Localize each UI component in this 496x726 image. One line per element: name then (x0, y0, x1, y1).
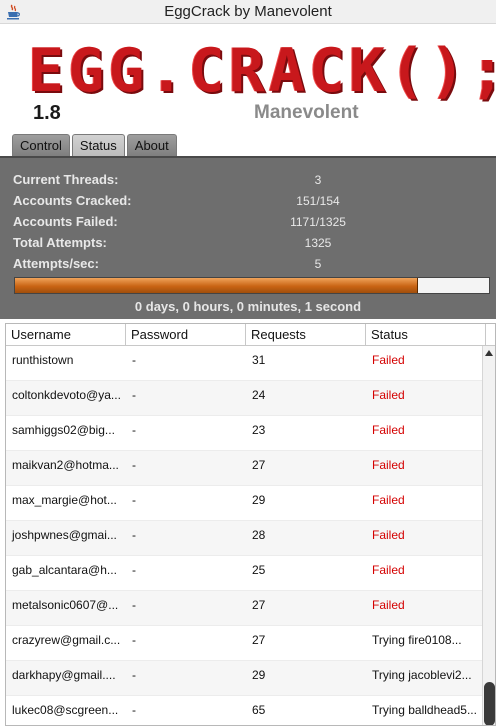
tab-status[interactable]: Status (71, 134, 125, 156)
table-row[interactable]: metalsonic0607@... - 27 Failed (6, 591, 484, 626)
cell-username: metalsonic0607@... (12, 598, 119, 612)
window-titlebar: EggCrack by Manevolent (0, 0, 496, 24)
cell-username: darkhapy@gmail.... (12, 668, 116, 682)
table-row[interactable]: joshpwnes@gmai... - 28 Failed (6, 521, 484, 556)
stat-label: Accounts Cracked: (13, 193, 132, 208)
tab-bar: Control Status About (12, 134, 179, 156)
cell-status: Trying balldhead5... (372, 703, 477, 717)
column-header-password[interactable]: Password (126, 324, 246, 346)
stat-label: Accounts Failed: (13, 214, 118, 229)
cell-password: - (132, 423, 136, 437)
cell-status: Failed (372, 493, 405, 507)
cell-password: - (132, 563, 136, 577)
cell-username: runthistown (12, 353, 74, 367)
cell-password: - (132, 353, 136, 367)
cell-password: - (132, 528, 136, 542)
scroll-up-arrow-icon[interactable] (485, 350, 493, 356)
elapsed-time: 0 days, 0 hours, 0 minutes, 1 second (134, 299, 362, 314)
cell-password: - (132, 703, 136, 717)
cell-status: Failed (372, 353, 405, 367)
cell-requests: 27 (252, 633, 266, 647)
stat-value: 151/154 (296, 194, 340, 208)
stat-label: Total Attempts: (13, 235, 107, 250)
cell-username: samhiggs02@big... (12, 423, 115, 437)
cell-status: Failed (372, 458, 405, 472)
table-row[interactable]: max_margie@hot... - 29 Failed (6, 486, 484, 521)
table-row[interactable]: samhiggs02@big... - 23 Failed (6, 416, 484, 451)
stat-label: Attempts/sec: (13, 256, 99, 271)
progress-fill (15, 278, 418, 293)
progress-bar (14, 277, 490, 294)
stat-attempts-per-sec: Attempts/sec: 5 (13, 256, 483, 276)
stat-accounts-cracked: Accounts Cracked: 151/154 (13, 193, 483, 213)
cell-password: - (132, 458, 136, 472)
cell-requests: 25 (252, 563, 266, 577)
cell-username: max_margie@hot... (12, 493, 117, 507)
table-row[interactable]: coltonkdevoto@ya... - 24 Failed (6, 381, 484, 416)
stat-current-threads: Current Threads: 3 (13, 172, 483, 192)
stat-accounts-failed: Accounts Failed: 1171/1325 (13, 214, 483, 234)
table-row[interactable]: darkhapy@gmail.... - 29 Trying jacoblevi2..… (6, 661, 484, 696)
cell-password: - (132, 598, 136, 612)
cell-username: maikvan2@hotma... (12, 458, 119, 472)
column-header-status[interactable]: Status (366, 324, 486, 346)
table-row[interactable]: crazyrew@gmail.c... - 27 Trying fire0108... (6, 626, 484, 661)
table-header: Username Password Requests Status (6, 324, 495, 346)
tab-control[interactable]: Control (12, 134, 70, 156)
cell-requests: 28 (252, 528, 266, 542)
column-header-requests[interactable]: Requests (246, 324, 366, 346)
cell-username: coltonkdevoto@ya... (12, 388, 121, 402)
stat-label: Current Threads: (13, 172, 119, 187)
cell-password: - (132, 633, 136, 647)
accounts-table: Username Password Requests Status runthi… (5, 323, 496, 726)
cell-password: - (132, 493, 136, 507)
cell-requests: 27 (252, 598, 266, 612)
cell-status: Failed (372, 563, 405, 577)
table-row[interactable]: gab_alcantara@h... - 25 Failed (6, 556, 484, 591)
stat-value: 3 (314, 173, 322, 187)
cell-username: lukec08@scgreen... (12, 703, 119, 717)
window-title: EggCrack by Manevolent (164, 3, 332, 20)
app-header: EGG.CRACK(); 1.8 Manevolent (0, 24, 496, 132)
cell-status: Trying jacoblevi2... (372, 668, 472, 682)
cell-status: Failed (372, 388, 405, 402)
cell-status: Failed (372, 598, 405, 612)
cell-username: gab_alcantara@h... (12, 563, 117, 577)
cell-password: - (132, 668, 136, 682)
cell-status: Failed (372, 528, 405, 542)
cell-requests: 27 (252, 458, 266, 472)
cell-requests: 65 (252, 703, 266, 717)
cell-requests: 31 (252, 353, 266, 367)
cell-status: Failed (372, 423, 405, 437)
cell-status: Trying fire0108... (372, 633, 462, 647)
author-label: Manevolent (254, 102, 359, 123)
stat-value: 1171/1325 (290, 215, 346, 229)
version-label: 1.8 (33, 102, 61, 124)
status-panel: Current Threads: 3 Accounts Cracked: 151… (0, 156, 496, 319)
cell-requests: 23 (252, 423, 266, 437)
scrollbar-thumb[interactable] (484, 682, 495, 725)
tab-about[interactable]: About (126, 134, 177, 156)
table-row[interactable]: maikvan2@hotma... - 27 Failed (6, 451, 484, 486)
cell-username: crazyrew@gmail.c... (12, 633, 121, 647)
stat-value: 1325 (304, 236, 332, 250)
table-row[interactable]: lukec08@scgreen... - 65 Trying balldhead5..… (6, 696, 484, 725)
stat-value: 5 (314, 257, 322, 271)
cell-requests: 29 (252, 493, 266, 507)
cell-requests: 24 (252, 388, 266, 402)
vertical-scrollbar[interactable] (482, 346, 495, 725)
column-header-username[interactable]: Username (6, 324, 126, 346)
table-row[interactable]: runthistown - 31 Failed (6, 346, 484, 381)
stat-total-attempts: Total Attempts: 1325 (13, 235, 483, 255)
app-logo: EGG.CRACK(); (28, 36, 496, 106)
cell-username: joshpwnes@gmai... (12, 528, 117, 542)
cell-password: - (132, 388, 136, 402)
cell-requests: 29 (252, 668, 266, 682)
